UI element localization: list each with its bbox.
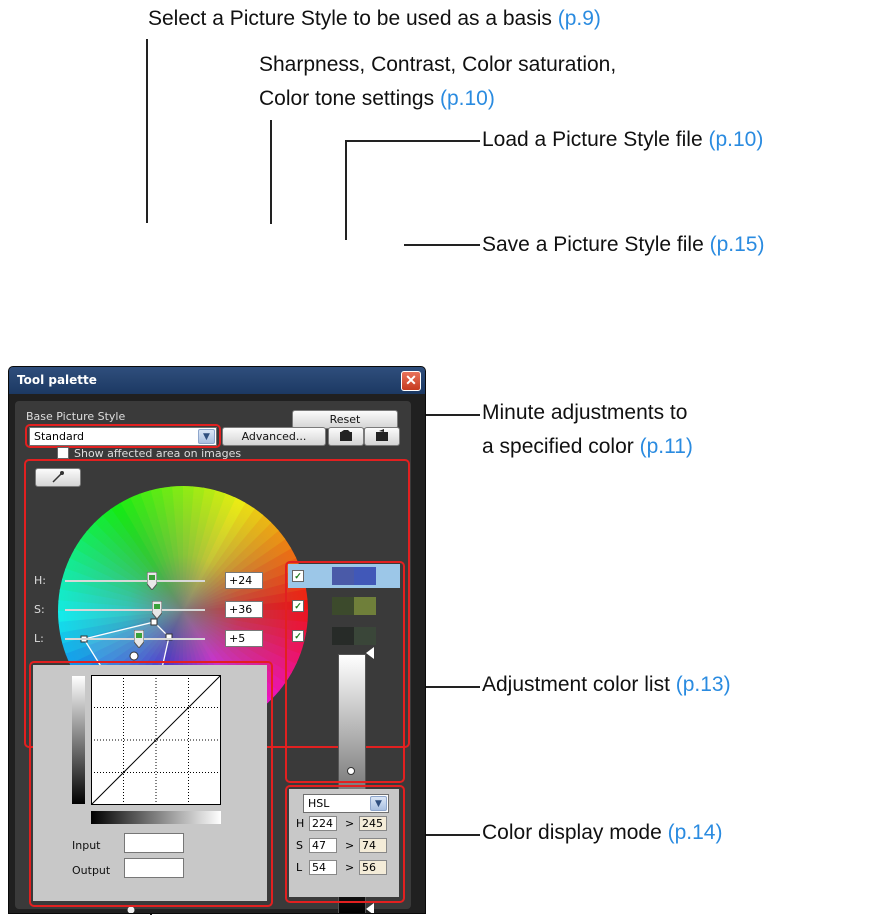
hsl-arrow: > bbox=[345, 839, 355, 852]
base-style-select[interactable]: Standard ▼ bbox=[29, 427, 217, 446]
base-style-label: Base Picture Style bbox=[26, 410, 126, 423]
page-ref: (p.10) bbox=[708, 128, 764, 151]
page-ref: (p.13) bbox=[675, 673, 731, 696]
slider-track-h[interactable] bbox=[65, 580, 205, 582]
window-title-bar[interactable]: Tool palette ✕ bbox=[9, 367, 425, 394]
folder-open-icon[interactable] bbox=[328, 427, 364, 446]
minute-annotation-line2: a specified color (p.11) bbox=[482, 435, 693, 459]
hsl-row-label: L bbox=[296, 861, 303, 874]
callout-line-select bbox=[146, 39, 148, 223]
tone-curve-graph[interactable] bbox=[91, 675, 221, 805]
annotation-text: Save a Picture Style file bbox=[482, 233, 704, 256]
slider-thumb-l[interactable] bbox=[134, 630, 144, 648]
curve-input-gradient bbox=[91, 811, 221, 824]
slider-label-l: L: bbox=[34, 632, 44, 645]
window-title: Tool palette bbox=[17, 373, 97, 387]
color-list-annotation: Adjustment color list (p.13) bbox=[482, 673, 731, 697]
list-item[interactable]: ✓ bbox=[288, 594, 400, 618]
page-ref: (p.15) bbox=[709, 233, 765, 256]
slider-value-l[interactable]: +5 bbox=[225, 630, 263, 647]
swatch-after bbox=[354, 627, 376, 645]
annotation-text: Color tone settings bbox=[259, 87, 435, 110]
curve-output-label: Output bbox=[72, 864, 111, 877]
hsl-to-value: 74 bbox=[359, 838, 387, 853]
callout-line-save bbox=[404, 244, 480, 246]
save-icon[interactable] bbox=[364, 427, 400, 446]
curve-output-gradient bbox=[72, 676, 85, 804]
select-style-annotation: Select a Picture Style to be used as a b… bbox=[148, 7, 601, 31]
callout-line-load bbox=[345, 140, 347, 240]
advanced-annotation-line2: Color tone settings (p.10) bbox=[259, 87, 495, 111]
hsl-row-label: H bbox=[296, 817, 305, 830]
page-ref: (p.9) bbox=[557, 7, 601, 30]
list-item[interactable]: ✓ bbox=[288, 624, 400, 648]
hsl-from-value: 54 bbox=[309, 860, 337, 875]
hsl-from-value: 224 bbox=[309, 816, 337, 831]
swatch-before bbox=[332, 567, 354, 585]
hsl-row-label: S bbox=[296, 839, 303, 852]
advanced-button[interactable]: Advanced... bbox=[222, 427, 326, 446]
slider-thumb-h[interactable] bbox=[147, 572, 157, 590]
chevron-down-icon[interactable]: ▼ bbox=[198, 429, 215, 444]
advanced-annotation-line1: Sharpness, Contrast, Color saturation, bbox=[259, 53, 617, 76]
close-icon[interactable]: ✕ bbox=[401, 371, 421, 391]
slider-thumb-s[interactable] bbox=[152, 601, 162, 619]
display-mode-panel: HSL ▼ H 224 > 245 S 47 > 74 L 54 > 56 bbox=[289, 789, 399, 897]
curve-input-label: Input bbox=[72, 839, 101, 852]
curve-output-field[interactable] bbox=[124, 858, 184, 878]
display-mode-annotation: Color display mode (p.14) bbox=[482, 821, 722, 845]
swatch-before bbox=[332, 597, 354, 615]
swatch-before bbox=[332, 627, 354, 645]
page-ref: (p.10) bbox=[439, 87, 495, 110]
page-ref: (p.14) bbox=[667, 821, 723, 844]
annotation-text: Load a Picture Style file bbox=[482, 128, 703, 151]
annotation-text: Adjustment color list bbox=[482, 673, 670, 696]
tool-palette-window: Tool palette ✕ Base Picture Style Standa… bbox=[8, 366, 426, 914]
chevron-down-icon[interactable]: ▼ bbox=[370, 796, 387, 811]
lightness-bottom-marker bbox=[366, 903, 374, 913]
annotation-text: a specified color bbox=[482, 435, 634, 458]
list-item-checkbox[interactable]: ✓ bbox=[292, 570, 304, 582]
hsl-from-value: 47 bbox=[309, 838, 337, 853]
hsl-arrow: > bbox=[345, 817, 355, 830]
save-file-annotation: Save a Picture Style file (p.15) bbox=[482, 233, 764, 257]
callout-line-load bbox=[345, 140, 480, 142]
hsl-to-value: 245 bbox=[359, 816, 387, 831]
list-item-checkbox[interactable]: ✓ bbox=[292, 600, 304, 612]
minute-annotation-line1: Minute adjustments to bbox=[482, 401, 688, 424]
hsl-to-value: 56 bbox=[359, 860, 387, 875]
list-item-checkbox[interactable]: ✓ bbox=[292, 630, 304, 642]
swatch-after bbox=[354, 597, 376, 615]
slider-label-s: S: bbox=[34, 603, 45, 616]
slider-value-h[interactable]: +24 bbox=[225, 572, 263, 589]
load-file-annotation: Load a Picture Style file (p.10) bbox=[482, 128, 763, 152]
slider-track-s[interactable] bbox=[65, 609, 205, 611]
slider-label-h: H: bbox=[34, 574, 46, 587]
annotation-text: Select a Picture Style to be used as a b… bbox=[148, 7, 552, 30]
swatch-after bbox=[354, 567, 376, 585]
slider-value-s[interactable]: +36 bbox=[225, 601, 263, 618]
display-mode-value: HSL bbox=[308, 797, 330, 810]
annotation-text: Color display mode bbox=[482, 821, 662, 844]
curve-input-field[interactable] bbox=[124, 833, 184, 853]
callout-line-advanced bbox=[270, 120, 272, 224]
hsl-arrow: > bbox=[345, 861, 355, 874]
show-affected-checkbox[interactable] bbox=[57, 447, 69, 459]
list-item[interactable]: ✓ bbox=[288, 564, 400, 588]
page-ref: (p.11) bbox=[639, 435, 693, 458]
color-list: ✓ ✓ ✓ bbox=[288, 564, 400, 778]
display-mode-select[interactable]: HSL ▼ bbox=[303, 794, 389, 813]
base-style-value: Standard bbox=[34, 430, 85, 443]
